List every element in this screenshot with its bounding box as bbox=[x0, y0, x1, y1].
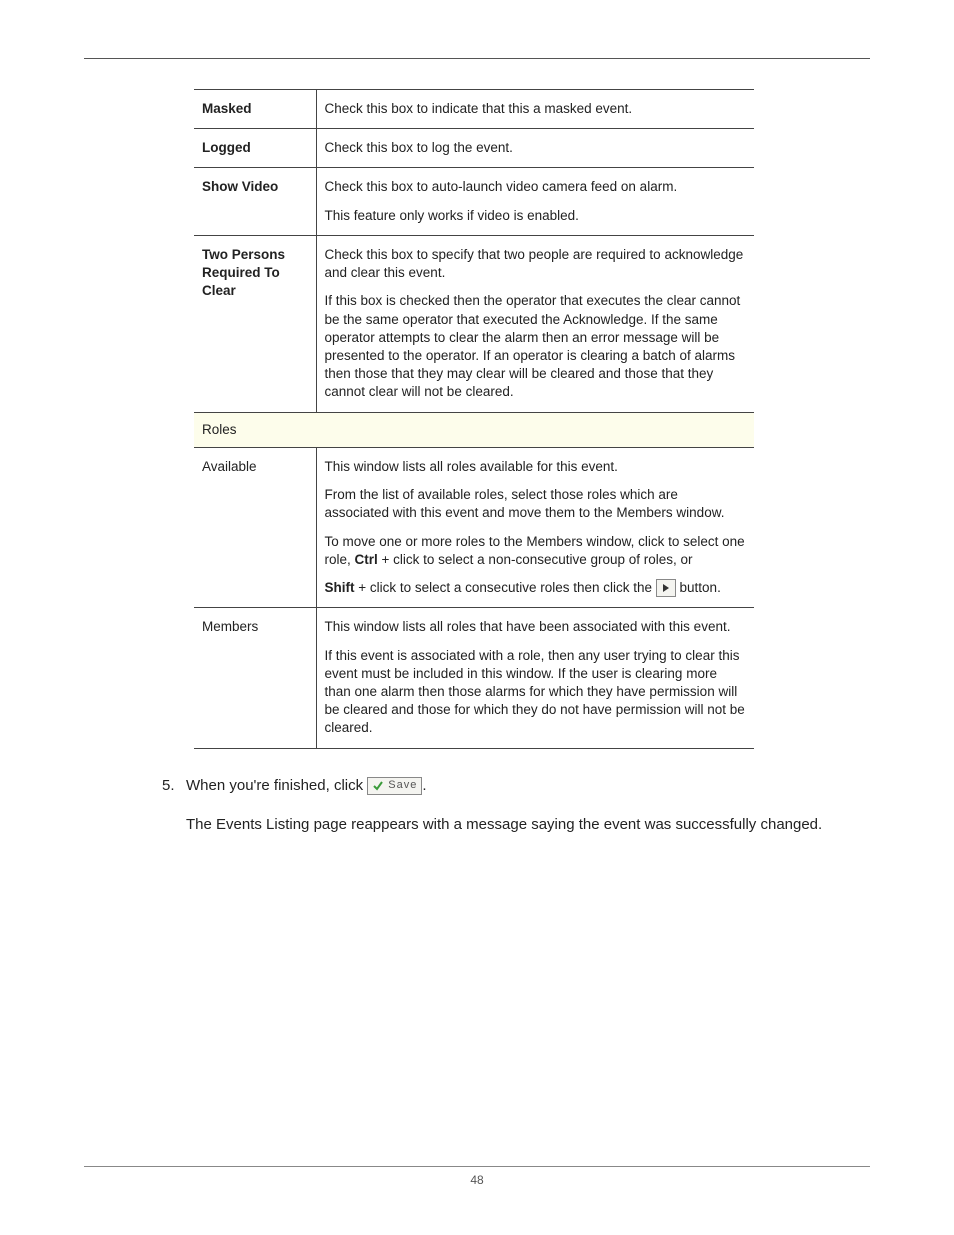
paragraph: This feature only works if video is enab… bbox=[325, 207, 747, 225]
table-row: Masked Check this box to indicate that t… bbox=[194, 90, 754, 129]
paragraph: If this box is checked then the operator… bbox=[325, 292, 747, 401]
text-fragment: button. bbox=[680, 580, 721, 595]
row-label-available: Available bbox=[194, 447, 316, 608]
row-label-show-video: Show Video bbox=[194, 168, 316, 235]
arrow-right-icon bbox=[661, 583, 671, 593]
row-desc-members: This window lists all roles that have be… bbox=[316, 608, 754, 748]
checkmark-icon bbox=[372, 780, 384, 792]
text-fragment: + click to select a consecutive roles th… bbox=[355, 580, 656, 595]
paragraph: Check this box to specify that two peopl… bbox=[325, 246, 747, 282]
step-5: 5. When you're finished, click Save . bbox=[162, 775, 870, 797]
paragraph: If this event is associated with a role,… bbox=[325, 647, 747, 738]
table-row: Show Video Check this box to auto-launch… bbox=[194, 168, 754, 235]
save-button-label: Save bbox=[388, 780, 417, 791]
step-number: 5. bbox=[162, 775, 186, 797]
move-right-button[interactable] bbox=[656, 579, 676, 597]
table-row: Available This window lists all roles av… bbox=[194, 447, 754, 608]
step-text-suffix: . bbox=[422, 775, 426, 797]
row-label-two-persons: Two Persons Required To Clear bbox=[194, 235, 316, 412]
header-rule bbox=[84, 58, 870, 59]
row-label-logged: Logged bbox=[194, 129, 316, 168]
paragraph: This window lists all roles available fo… bbox=[325, 458, 747, 476]
paragraph: From the list of available roles, select… bbox=[325, 486, 747, 522]
table-row: Logged Check this box to log the event. bbox=[194, 129, 754, 168]
section-header-roles: Roles bbox=[194, 412, 754, 447]
row-label-members: Members bbox=[194, 608, 316, 748]
page-footer: 48 bbox=[84, 1166, 870, 1187]
definitions-table: Masked Check this box to indicate that t… bbox=[194, 89, 754, 749]
row-label-masked: Masked bbox=[194, 90, 316, 129]
row-desc-show-video: Check this box to auto-launch video came… bbox=[316, 168, 754, 235]
row-desc-masked: Check this box to indicate that this a m… bbox=[316, 90, 754, 129]
paragraph: Check this box to auto-launch video came… bbox=[325, 178, 747, 196]
section-title: Roles bbox=[194, 412, 754, 447]
row-desc-two-persons: Check this box to specify that two peopl… bbox=[316, 235, 754, 412]
content-body: Masked Check this box to indicate that t… bbox=[84, 89, 870, 1166]
save-button[interactable]: Save bbox=[367, 777, 422, 795]
step-text-prefix: When you're finished, click bbox=[186, 775, 363, 797]
page-number: 48 bbox=[470, 1173, 483, 1187]
table-row: Two Persons Required To Clear Check this… bbox=[194, 235, 754, 412]
text-fragment: + click to select a non-consecutive grou… bbox=[378, 552, 693, 567]
ctrl-key-label: Ctrl bbox=[355, 552, 378, 567]
paragraph: To move one or more roles to the Members… bbox=[325, 533, 747, 569]
shift-key-label: Shift bbox=[325, 580, 355, 595]
paragraph: Shift + click to select a consecutive ro… bbox=[325, 579, 747, 597]
result-paragraph: The Events Listing page reappears with a… bbox=[186, 814, 870, 836]
table-row: Members This window lists all roles that… bbox=[194, 608, 754, 748]
row-desc-logged: Check this box to log the event. bbox=[316, 129, 754, 168]
row-desc-available: This window lists all roles available fo… bbox=[316, 447, 754, 608]
paragraph: This window lists all roles that have be… bbox=[325, 618, 747, 636]
